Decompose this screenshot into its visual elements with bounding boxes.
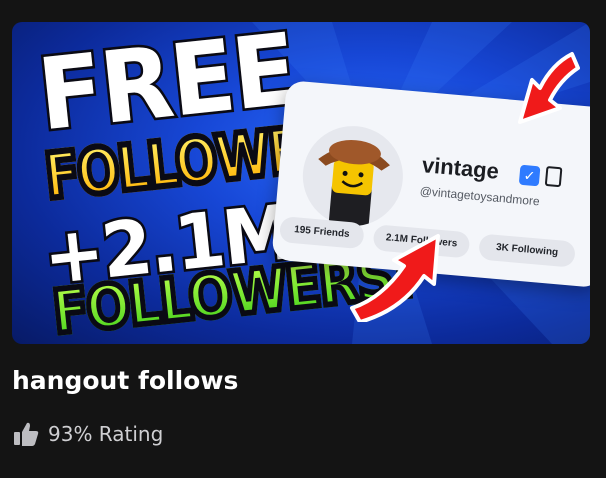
arrow-icon-bottom xyxy=(350,234,440,322)
rating: 93% Rating xyxy=(12,420,163,448)
premium-badge-icon xyxy=(544,165,563,188)
arrow-icon-top xyxy=(518,52,580,124)
rating-text: 93% Rating xyxy=(48,422,164,446)
avatar xyxy=(298,121,408,231)
following-count: 3K Following xyxy=(478,233,576,268)
verified-badge-icon: ✓ xyxy=(518,164,541,187)
experience-title[interactable]: hangout follows xyxy=(12,366,238,395)
profile-handle: @vintagetoysandmore xyxy=(419,184,541,209)
avatar-character-icon xyxy=(318,140,390,230)
profile-username: vintage xyxy=(421,152,500,184)
experience-thumbnail[interactable]: FREE FOLLOWERS! +2.1M FOLLOWERS! vintage… xyxy=(12,22,590,344)
experience-card[interactable]: FREE FOLLOWERS! +2.1M FOLLOWERS! vintage… xyxy=(0,0,606,478)
thumbs-up-icon xyxy=(14,422,39,446)
